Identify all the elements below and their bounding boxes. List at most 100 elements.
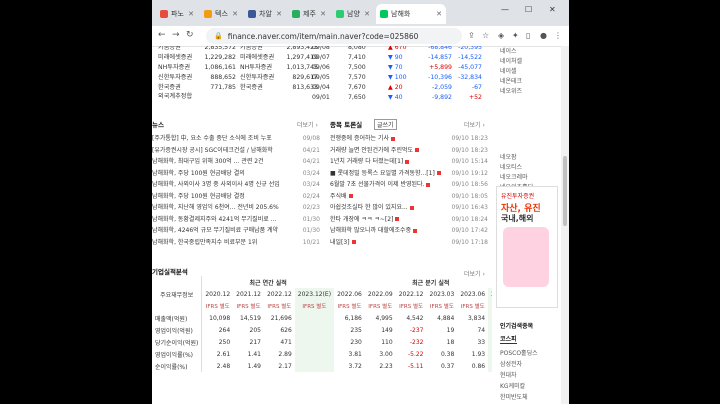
bookmark-star-icon[interactable]: ☆ xyxy=(482,31,489,40)
news-headline[interactable]: [주가통합] 中, 요소 수출 중단 소식에 조비 누포 xyxy=(152,135,272,142)
fin-cell xyxy=(294,336,335,348)
board-post-title[interactable]: 6월말 7초 선물가격이 이제 반영된다. xyxy=(330,181,424,188)
board-post-title[interactable]: 거래량 늘면 안된건가에 주린먹도 xyxy=(330,147,413,154)
broker-name: NH투자증권 xyxy=(240,64,273,71)
back-icon[interactable]: ← xyxy=(158,30,166,40)
board-item[interactable]: 전쟁중에 증어하는 기사 09/10 18:23 xyxy=(330,134,488,144)
close-tab-icon[interactable]: ✕ xyxy=(364,10,370,18)
board-post-title[interactable]: 아쉽것조실타 한 많이 있지요... xyxy=(330,204,408,211)
board-post-title[interactable]: 1년치 거래량 다 터졌는데[1] xyxy=(330,158,403,165)
news-item[interactable]: 남해화학, 동황결제지주와 4241억 무기질비료 ... 01/30 xyxy=(152,215,320,225)
browser-tab[interactable]: 차알 ✕ xyxy=(244,4,286,24)
popular-stock-item[interactable]: 현대차 xyxy=(500,370,517,379)
board-more-link[interactable]: 더보기 › xyxy=(464,120,485,129)
extensions-puzzle-icon[interactable]: ✦ xyxy=(512,31,519,40)
board-post-title[interactable]: 내일[3] xyxy=(330,239,350,246)
news-headline[interactable]: 남해화학, 최대구입 위해 300억 ... 관련 2건 xyxy=(152,158,264,165)
board-post-title[interactable]: ■ 롯데정밀 등록스 요일별 가격동향...[1] xyxy=(330,170,435,177)
news-headline[interactable]: 남해화학, 4246억 규모 무기질비료 구매납품 계약 xyxy=(152,227,278,234)
board-post-title[interactable]: 한타 개장에 ㅋㅋ ㅋ~[2] xyxy=(330,216,393,223)
related-stock-link[interactable]: 네오크레마 xyxy=(500,172,528,181)
period-header: 2021.12 xyxy=(236,290,261,298)
board-item[interactable]: 6월말 7초 선물가격이 이제 반영된다. 09/10 18:56 xyxy=(330,180,488,190)
close-tab-icon[interactable]: ✕ xyxy=(320,10,326,18)
news-headline[interactable]: [유가증권시장 공시] SGC이테크건설 / 남해화학 xyxy=(152,147,273,154)
board-post-title[interactable]: 남해화학 많오니까 대할에조수중 xyxy=(330,227,411,234)
board-item[interactable]: 내일[3] 09/10 17:18 xyxy=(330,238,488,248)
news-item[interactable]: 남해화학, 주당 100원 현금배당 결정 02/24 xyxy=(152,192,320,202)
board-item[interactable]: 주식배 09/10 18:05 xyxy=(330,192,488,202)
popular-stock-item[interactable]: 삼성전자 xyxy=(500,359,522,368)
scrollbar-thumb[interactable] xyxy=(563,156,567,226)
news-item[interactable]: [유가증권시장 공시] SGC이테크건설 / 남해화학 04/21 xyxy=(152,146,320,156)
close-tab-icon[interactable]: ✕ xyxy=(232,10,238,18)
browser-tab[interactable]: 파노 ✕ xyxy=(156,4,198,24)
close-window-icon[interactable]: ✕ xyxy=(549,5,556,14)
ifrs-label: IFRS 별도 xyxy=(399,304,424,310)
related-stock-link[interactable]: 네이스 xyxy=(500,46,517,55)
board-write-badge[interactable]: 글쓰기 xyxy=(374,119,397,130)
board-item[interactable]: 한타 개장에 ㅋㅋ ㅋ~[2] 09/10 18:24 xyxy=(330,215,488,225)
broker-name: 신한투자증권 xyxy=(240,74,275,81)
broker-name: 한국증권 xyxy=(240,84,263,91)
news-more-link[interactable]: 더보기 › xyxy=(297,120,318,129)
related-stock-link[interactable]: 네오팜 xyxy=(500,152,517,161)
news-headline[interactable]: 남해화학, 한국중립만족지수 비료부문 1위 xyxy=(152,239,257,246)
profile-avatar-icon[interactable]: ● xyxy=(540,31,547,40)
daily-volume: -68,846 xyxy=(428,46,452,51)
popular-stock-item[interactable]: POSCO홀딩스 xyxy=(500,348,538,357)
news-headline[interactable]: 남해화학, 주당 100원 현금배당 결정 xyxy=(152,193,245,200)
board-item[interactable]: 거래량 늘면 안된건가에 주린먹도 09/10 18:23 xyxy=(330,146,488,156)
related-stock-link[interactable]: 네이처셀 xyxy=(500,56,522,65)
news-headline[interactable]: 남해화학, 주당 100원 현금배당 결의 xyxy=(152,170,245,177)
related-stock-link[interactable]: 네오티스 xyxy=(500,162,522,171)
fin-row-label: 당기순이익(억원) xyxy=(152,336,203,348)
board-post-date: 09/10 18:24 xyxy=(451,215,489,223)
board-item[interactable]: 1년치 거래량 다 터졌는데[1] 09/10 15:14 xyxy=(330,157,488,167)
news-headline[interactable]: 남해화학, 지난해 영업익 6천여... 전년비 205.6% xyxy=(152,204,279,211)
news-headline[interactable]: 남해화학, 동황결제지주와 4241억 무기질비료 ... xyxy=(152,216,276,223)
advertisement-banner[interactable]: 유진투자증권 자산, 유진 국내,해외 xyxy=(496,186,558,308)
browser-tab[interactable]: 제주 ✕ xyxy=(288,4,330,24)
url-field[interactable]: 🔒 finance.naver.com/item/main.naver?code=… xyxy=(206,28,462,44)
fin-row: 매출액(억원) 10,098 14,519 21,696 6,186 4,995 4,542… xyxy=(152,312,492,324)
browser-tab[interactable]: 남양 ✕ xyxy=(332,4,374,24)
related-stock-link[interactable]: 네온테크 xyxy=(500,76,522,85)
close-tab-icon[interactable]: ✕ xyxy=(188,10,194,18)
news-item[interactable]: [주가통합] 中, 요소 수출 중단 소식에 조비 누포 09/08 xyxy=(152,134,320,144)
board-item[interactable]: 남해화학 많오니까 대할에조수중 09/10 17:42 xyxy=(330,226,488,236)
popular-stock-item[interactable]: 한미반도체 xyxy=(500,392,528,401)
board-item[interactable]: ■ 롯데정밀 등록스 요일별 가격동향...[1] 09/10 19:12 xyxy=(330,169,488,179)
board-item[interactable]: 아쉽것조실타 한 많이 있지요... 09/10 16:43 xyxy=(330,203,488,213)
news-item[interactable]: 남해화학, 주당 100원 현금배당 결의 03/24 xyxy=(152,169,320,179)
board-post-title[interactable]: 전쟁중에 증어하는 기사 xyxy=(330,135,389,142)
close-tab-icon[interactable]: ✕ xyxy=(276,10,282,18)
maximize-icon[interactable]: ☐ xyxy=(525,5,532,14)
scrollbar[interactable] xyxy=(561,46,569,404)
board-post-title[interactable]: 주식배 xyxy=(330,193,347,200)
close-tab-icon[interactable]: ✕ xyxy=(436,10,442,18)
forward-icon[interactable]: → xyxy=(172,30,180,40)
related-stock-link[interactable]: 네이셀 xyxy=(500,66,517,75)
news-item[interactable]: 남해화학, 한국중립만족지수 비료부문 1위 10/21 xyxy=(152,238,320,248)
ifrs-label: IFRS 별도 xyxy=(236,304,261,310)
related-stock-link[interactable]: 네오위즈 xyxy=(500,86,522,95)
kospi-tab[interactable]: 코스피 xyxy=(500,334,517,344)
period-header: 2023.12(E) xyxy=(294,288,335,300)
broker-value: 888,652 xyxy=(210,74,236,81)
extension-icon[interactable]: ◈ xyxy=(498,31,504,40)
reload-icon[interactable]: ↻ xyxy=(186,30,194,40)
fin-cell: 0.37 xyxy=(440,362,455,370)
news-item[interactable]: 남해화학, 사외이사 3명 중 사외이사 4명 신규 선임 03/24 xyxy=(152,180,320,190)
browser-tab[interactable]: 텍스 ✕ xyxy=(200,4,242,24)
share-icon[interactable]: ⇪ xyxy=(468,31,475,40)
news-item[interactable]: 남해화학, 최대구입 위해 300억 ... 관련 2건 04/21 xyxy=(152,157,320,167)
minimize-icon[interactable]: — xyxy=(501,5,509,14)
menu-kebab-icon[interactable]: ⋮ xyxy=(554,31,562,40)
news-item[interactable]: 남해화학, 지난해 영업익 6천여... 전년비 205.6% 02/23 xyxy=(152,203,320,213)
browser-tab[interactable]: 남해화 ✕ xyxy=(376,4,446,24)
popular-stock-item[interactable]: KG케미칼 xyxy=(500,381,525,390)
news-headline[interactable]: 남해화학, 사외이사 3명 중 사외이사 4명 신규 선임 xyxy=(152,181,280,188)
sidebar-icon[interactable]: ▯ xyxy=(526,31,530,40)
news-item[interactable]: 남해화학, 4246억 규모 무기질비료 구매납품 계약 01/30 xyxy=(152,226,320,236)
